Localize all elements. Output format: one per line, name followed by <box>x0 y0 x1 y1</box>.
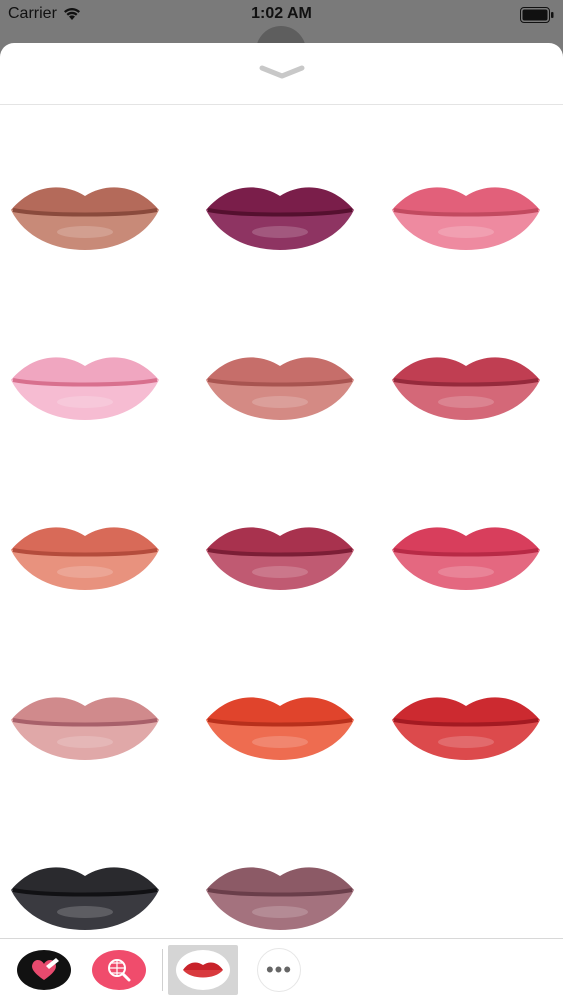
lips-black-icon <box>11 867 159 930</box>
sticker-lips-black[interactable] <box>5 850 165 940</box>
more-apps-button[interactable]: ••• <box>250 945 308 995</box>
lips-red-icon <box>392 697 540 760</box>
lips-sticker-app-icon <box>176 950 230 990</box>
lips-pink-icon <box>392 187 540 250</box>
sticker-lips-plum[interactable] <box>200 170 360 260</box>
sticker-sheet: ••• <box>0 43 563 1000</box>
lips-coral-icon <box>11 527 159 590</box>
heart-app-button[interactable] <box>15 945 73 995</box>
more-apps-icon: ••• <box>257 948 301 992</box>
lips-raspberry-icon <box>392 357 540 420</box>
clock: 1:02 AM <box>251 5 312 22</box>
app-drawer: ••• <box>0 938 563 1000</box>
heart-app-icon <box>17 950 71 990</box>
sticker-lips-dusty-rose[interactable] <box>5 680 165 770</box>
globe-search-app-icon <box>92 950 146 990</box>
sticker-lips-red[interactable] <box>386 680 546 770</box>
sticker-lips-orange-red[interactable] <box>200 680 360 770</box>
sticker-lips-coral[interactable] <box>5 510 165 600</box>
lips-sticker-app-button[interactable] <box>168 945 238 995</box>
lips-berry-icon <box>206 527 354 590</box>
tray-separator <box>162 949 163 991</box>
sticker-lips-rose-nude[interactable] <box>200 340 360 430</box>
sticker-lips-crimson-pink[interactable] <box>386 510 546 600</box>
sticker-lips-pink[interactable] <box>386 170 546 260</box>
sticker-lips-raspberry[interactable] <box>386 340 546 430</box>
chevron-down-icon[interactable] <box>258 63 306 83</box>
sticker-lips-nude-brown[interactable] <box>5 170 165 260</box>
lips-mauve-icon <box>206 867 354 930</box>
lips-plum-icon <box>206 187 354 250</box>
lips-orange-red-icon <box>206 697 354 760</box>
lips-dusty-rose-icon <box>11 697 159 760</box>
lips-light-pink-icon <box>11 357 159 420</box>
globe-search-app-button[interactable] <box>90 945 148 995</box>
lips-nude-brown-icon <box>11 187 159 250</box>
lips-rose-nude-icon <box>206 357 354 420</box>
sticker-lips-berry[interactable] <box>200 510 360 600</box>
sticker-lips-mauve[interactable] <box>200 850 360 940</box>
battery-icon <box>520 7 554 23</box>
lips-crimson-pink-icon <box>392 527 540 590</box>
sticker-lips-light-pink[interactable] <box>5 340 165 430</box>
sheet-header <box>0 43 563 105</box>
